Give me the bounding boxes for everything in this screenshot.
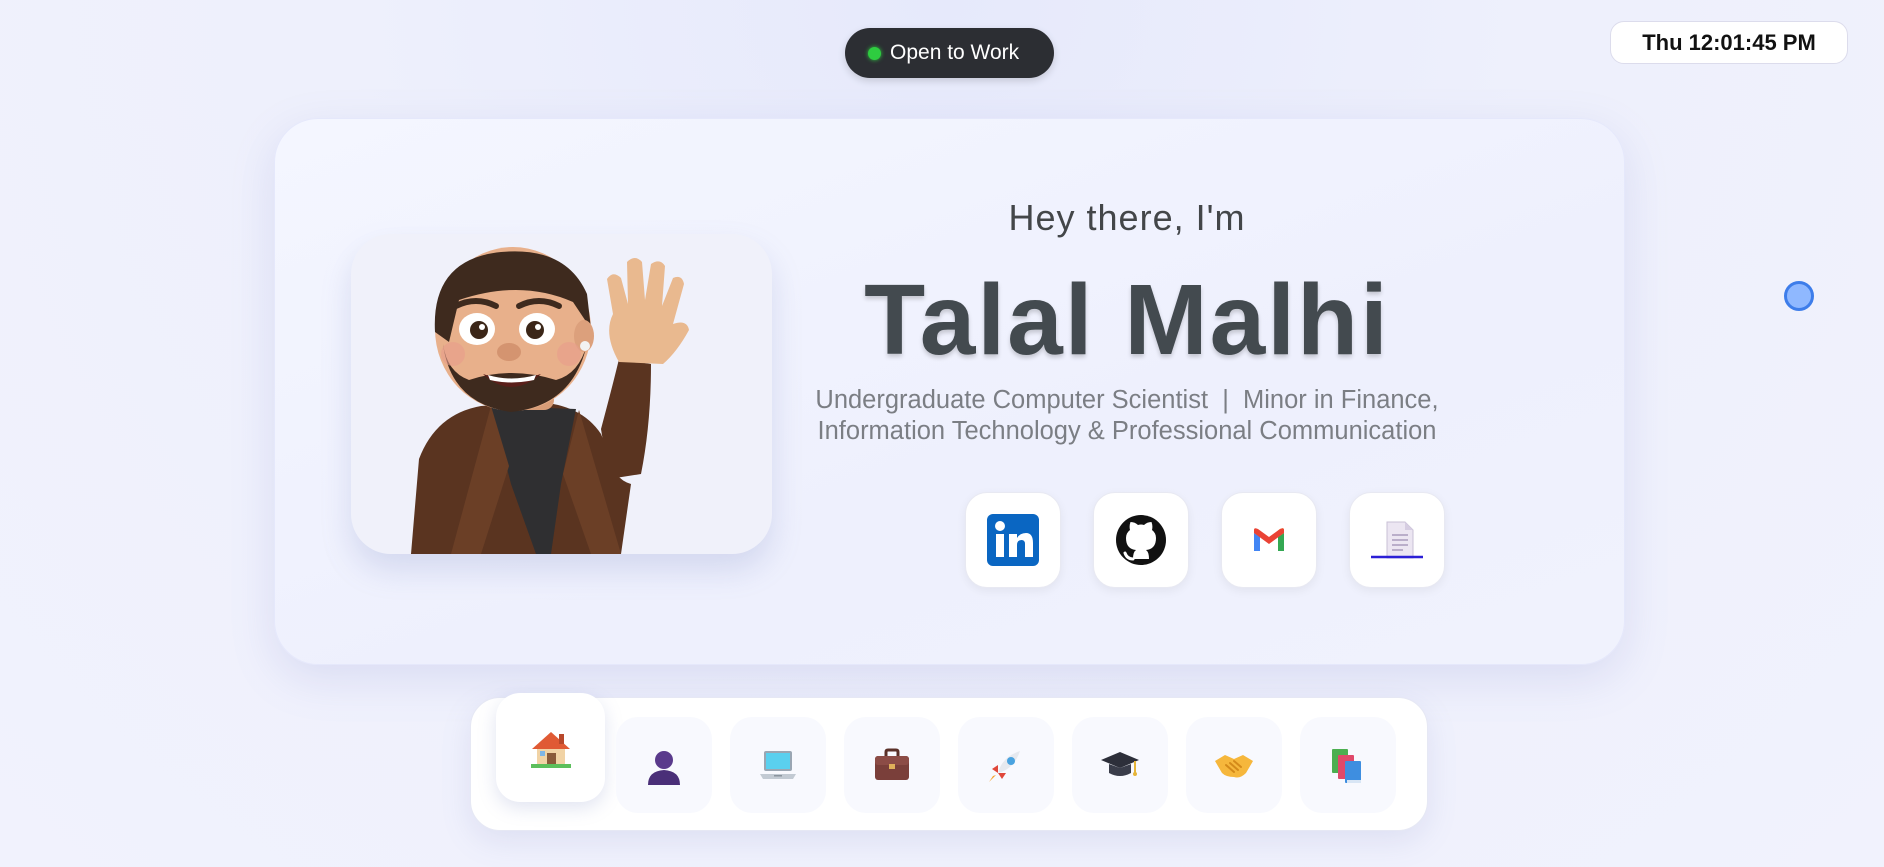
nav-education[interactable] [1072,717,1168,813]
clock: Thu 12:01:45 PM [1610,21,1848,64]
linkedin-button[interactable] [965,492,1061,588]
rocket-icon [989,751,1020,782]
laptop-icon [760,751,796,779]
nav-about[interactable] [616,717,712,813]
github-button[interactable] [1093,492,1189,588]
avatar [351,234,772,554]
nav-home[interactable] [496,693,605,802]
house-icon [530,731,571,768]
books-icon [1332,749,1361,783]
status-label: Open to Work [890,41,1020,64]
cursor-indicator [1784,281,1814,311]
dock-nav [470,693,1428,831]
briefcase-icon [875,748,909,780]
graduation-cap-icon [1101,752,1139,776]
nav-projects[interactable] [730,717,826,813]
nav-experience[interactable] [844,717,940,813]
linkedin-icon [987,514,1039,566]
status-dot-icon [868,46,881,60]
handshake-icon [1215,755,1253,778]
hero-card: Hey there, I'm Talal Malhi Undergraduate… [274,118,1625,665]
open-to-work-badge: Open to Work [845,28,1054,78]
nav-collaborations[interactable] [1186,717,1282,813]
page-title: Talal Malhi [864,264,1390,376]
subtitle: Undergraduate Computer Scientist | Minor… [777,385,1477,447]
github-icon [1116,515,1166,565]
person-silhouette-icon [648,751,680,785]
resume-button[interactable] [1349,492,1445,588]
nav-publications[interactable] [1300,717,1396,813]
waving-memoji-avatar-icon [411,247,689,554]
social-links [965,492,1445,588]
nav-launches[interactable] [958,717,1054,813]
greeting-text: Hey there, I'm [1008,197,1246,238]
gmail-button[interactable] [1221,492,1317,588]
subtitle-line: Undergraduate Computer Scientist | Minor… [815,386,1439,414]
clock-text: Thu 12:01:45 PM [1642,29,1816,55]
resume-document-icon [1371,521,1423,559]
gmail-icon [1254,528,1284,551]
subtitle-line: Information Technology & Professional Co… [817,417,1437,445]
